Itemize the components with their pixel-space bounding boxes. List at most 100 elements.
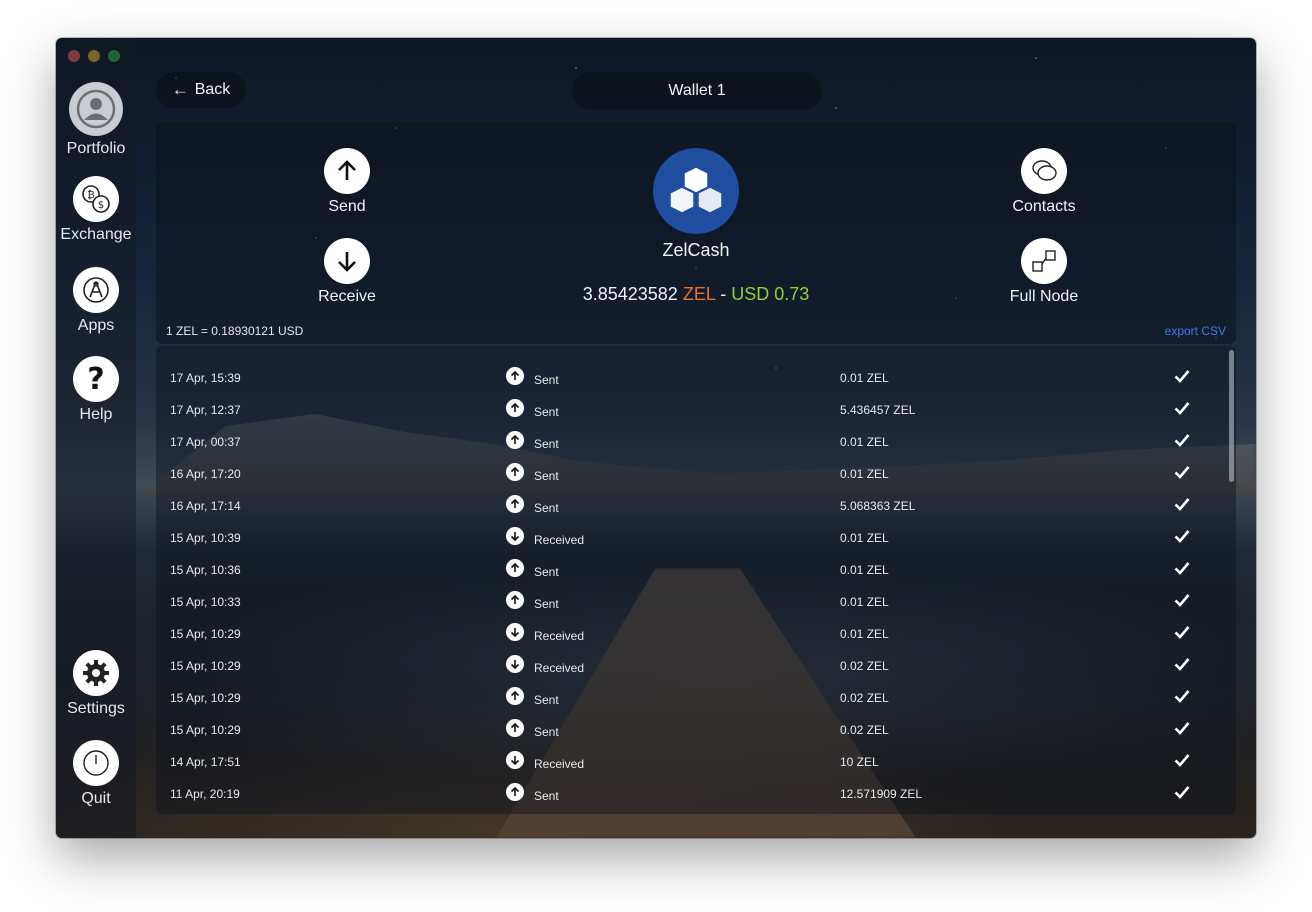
table-row[interactable]: 15 Apr, 10:29 Sent 0.02 ZEL <box>156 687 1226 720</box>
tx-date: 16 Apr, 17:20 <box>170 467 241 481</box>
sidebar-item-exchange[interactable]: ₿ $ Exchange <box>56 176 136 244</box>
checkmark-icon <box>1172 462 1192 482</box>
scrollbar[interactable] <box>1229 350 1234 482</box>
tx-amount: 0.01 ZEL <box>840 627 889 641</box>
power-icon <box>73 740 119 786</box>
currency-exchange-icon: ₿ $ <box>73 176 119 222</box>
arrow-up-icon <box>506 431 524 449</box>
checkmark-icon <box>1172 526 1192 546</box>
balance-amount: 3.85423582 <box>582 284 678 304</box>
checkmark-icon <box>1172 494 1192 514</box>
svg-text:₿: ₿ <box>87 189 94 201</box>
tx-amount: 0.01 ZEL <box>840 371 889 385</box>
table-row[interactable]: 17 Apr, 15:39 Sent 0.01 ZEL <box>156 366 1226 400</box>
table-row[interactable]: 16 Apr, 17:14 Sent 5.068363 ZEL <box>156 494 1226 528</box>
tx-direction: Sent <box>534 693 559 707</box>
arrow-down-icon <box>506 655 524 673</box>
table-row[interactable]: 15 Apr, 10:39 Received 0.01 ZEL <box>156 526 1226 560</box>
wallet-summary-panel: Send Receive ZelCash 3.85423582 ZEL - US… <box>156 122 1236 344</box>
tx-date: 15 Apr, 10:33 <box>170 595 241 609</box>
send-button[interactable]: Send <box>287 148 407 216</box>
receive-button[interactable]: Receive <box>287 238 407 306</box>
tx-date: 15 Apr, 10:29 <box>170 691 241 705</box>
arrow-up-icon <box>506 591 524 609</box>
send-label: Send <box>328 198 366 215</box>
arrow-left-icon: ← <box>171 80 189 99</box>
checkmark-icon <box>1172 718 1192 738</box>
tx-amount: 10 ZEL <box>840 755 879 769</box>
arrow-up-icon <box>506 495 524 513</box>
app-window: Portfolio ₿ $ Exchange Apps ? Help Setti… <box>56 38 1256 838</box>
arrow-down-icon <box>506 751 524 769</box>
balance-separator: - <box>720 284 727 304</box>
table-row[interactable]: 15 Apr, 10:29 Sent 0.02 ZEL <box>156 718 1226 752</box>
coin-name: ZelCash <box>662 240 730 260</box>
table-row[interactable]: 15 Apr, 10:33 Sent 0.01 ZEL <box>156 590 1226 624</box>
tx-direction: Sent <box>534 469 559 483</box>
arrow-up-icon <box>506 463 524 481</box>
table-row[interactable]: 17 Apr, 12:37 Sent 5.436457 ZEL <box>156 398 1226 432</box>
arrow-up-icon <box>506 399 524 417</box>
tx-direction: Received <box>534 757 585 771</box>
checkmark-icon <box>1172 654 1192 674</box>
page-title: Wallet 1 <box>572 72 822 110</box>
tx-amount: 0.02 ZEL <box>840 691 889 705</box>
table-row[interactable]: 15 Apr, 10:29 Received 0.01 ZEL <box>156 622 1226 656</box>
sidebar-item-settings[interactable]: Settings <box>56 650 136 718</box>
sidebar-item-label: Settings <box>67 700 125 717</box>
arrow-up-icon <box>506 687 524 705</box>
export-csv-link[interactable]: export CSV <box>1165 324 1226 338</box>
tx-direction: Sent <box>534 565 559 579</box>
table-row[interactable]: 17 Apr, 00:37 Sent 0.01 ZEL <box>156 430 1226 464</box>
tx-date: 15 Apr, 10:36 <box>170 563 241 577</box>
arrow-up-icon <box>506 367 524 385</box>
checkmark-icon <box>1172 590 1192 610</box>
gear-icon <box>73 650 119 696</box>
back-button-label: Back <box>194 81 231 98</box>
tx-amount: 5.068363 ZEL <box>840 499 916 513</box>
receive-label: Receive <box>318 288 376 305</box>
table-row[interactable]: 15 Apr, 10:29 Received 0.02 ZEL <box>156 654 1226 688</box>
sidebar-item-help[interactable]: ? Help <box>56 356 136 424</box>
arrow-up-icon <box>506 783 524 801</box>
tx-amount: 5.436457 ZEL <box>840 403 916 417</box>
arrow-up-icon <box>506 559 524 577</box>
sidebar-item-portfolio[interactable]: Portfolio <box>56 82 136 158</box>
checkmark-icon <box>1172 782 1192 802</box>
arrow-up-icon <box>324 148 370 194</box>
contacts-button[interactable]: Contacts <box>984 148 1104 216</box>
sidebar-item-apps[interactable]: Apps <box>56 267 136 335</box>
node-cubes-icon <box>1021 238 1067 284</box>
sidebar-item-label: Portfolio <box>66 140 126 157</box>
tx-amount: 12.571909 ZEL <box>840 787 923 801</box>
sidebar: Portfolio ₿ $ Exchange Apps ? Help Setti… <box>56 38 136 838</box>
table-row[interactable]: 14 Apr, 17:51 Received 10 ZEL <box>156 751 1226 784</box>
tx-amount: 0.01 ZEL <box>840 467 889 481</box>
checkmark-icon <box>1172 366 1192 386</box>
checkmark-icon <box>1172 430 1192 450</box>
full-node-button[interactable]: Full Node <box>984 238 1104 306</box>
svg-text:$: $ <box>98 200 104 211</box>
full-node-label: Full Node <box>1009 288 1079 305</box>
sidebar-item-label: Quit <box>81 790 111 807</box>
checkmark-icon <box>1172 398 1192 418</box>
tx-amount: 0.01 ZEL <box>840 531 889 545</box>
table-row[interactable]: 11 Apr, 20:19 Sent 12.571909 ZEL <box>156 782 1226 814</box>
checkmark-icon <box>1172 622 1192 642</box>
back-button[interactable]: ← Back <box>156 72 246 108</box>
checkmark-icon <box>1172 558 1192 578</box>
zelcash-logo-icon <box>653 148 739 234</box>
tx-direction: Sent <box>534 437 559 451</box>
tx-amount: 0.01 ZEL <box>840 595 889 609</box>
arrow-down-icon <box>324 238 370 284</box>
tx-date: 17 Apr, 00:37 <box>170 435 241 449</box>
tx-direction: Sent <box>534 725 559 739</box>
tx-amount: 0.01 ZEL <box>840 435 889 449</box>
tx-direction: Sent <box>534 501 559 515</box>
balance-usd: USD 0.73 <box>731 284 810 304</box>
balance-unit: ZEL <box>682 284 716 304</box>
sidebar-item-quit[interactable]: Quit <box>56 740 136 808</box>
table-row[interactable]: 16 Apr, 17:20 Sent 0.01 ZEL <box>156 462 1226 496</box>
user-avatar-icon <box>69 82 123 136</box>
table-row[interactable]: 15 Apr, 10:36 Sent 0.01 ZEL <box>156 558 1226 592</box>
